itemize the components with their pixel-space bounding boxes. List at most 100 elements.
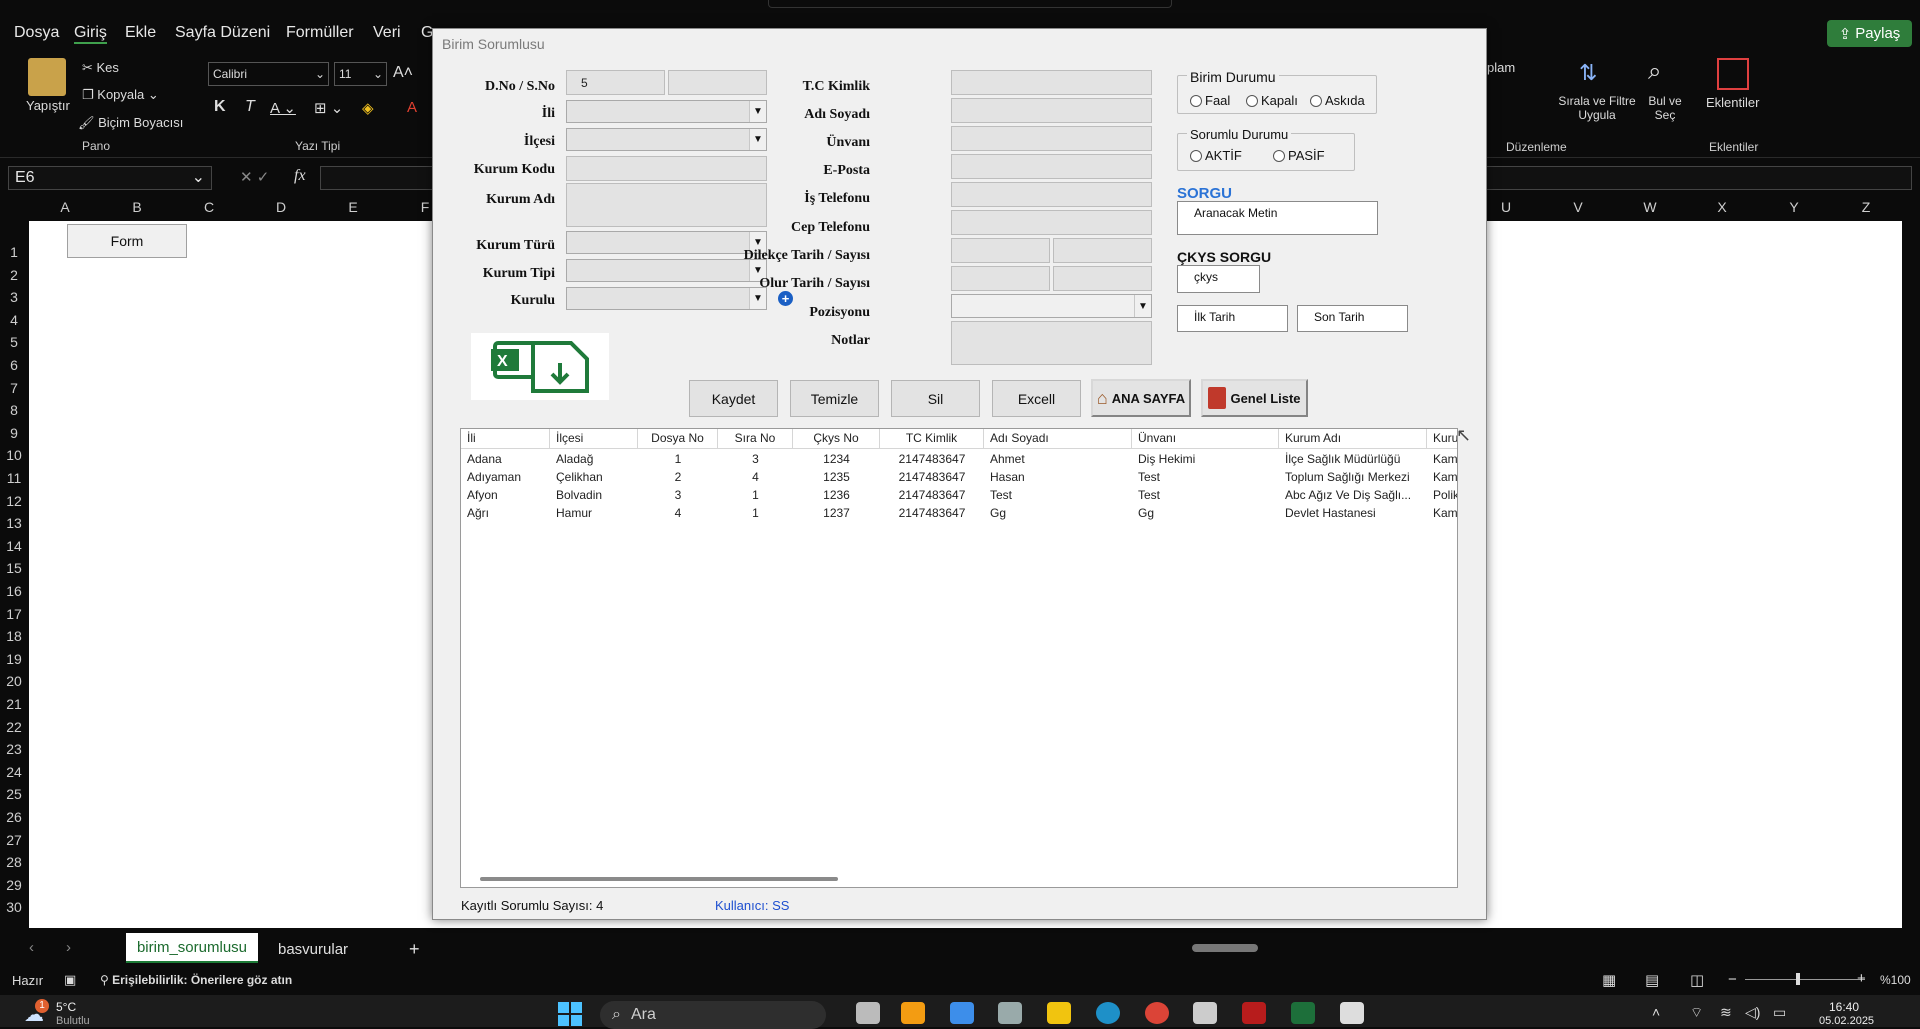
row-header[interactable]: 9: [0, 425, 28, 441]
row-header[interactable]: 29: [0, 877, 28, 893]
sil-button[interactable]: Sil: [891, 380, 980, 417]
column-header[interactable]: C: [173, 199, 245, 219]
is-tel-field[interactable]: [951, 182, 1152, 207]
ilk-tarih-input[interactable]: İlk Tarih: [1177, 305, 1288, 332]
addins-label[interactable]: Eklentiler: [1706, 95, 1759, 110]
notlar-field[interactable]: [951, 321, 1152, 365]
list-column-header[interactable]: Çkys No: [793, 429, 880, 449]
format-painter-button[interactable]: 🖌 Biçim Boyacısı: [78, 115, 183, 131]
list-column-header[interactable]: Sıra No: [718, 429, 793, 449]
row-header[interactable]: 5: [0, 334, 28, 350]
network-icon[interactable]: ⌔: [1690, 1004, 1703, 1022]
menu-veri[interactable]: Veri: [373, 24, 401, 42]
menu-formuller[interactable]: Formüller: [286, 24, 354, 42]
row-header[interactable]: 18: [0, 628, 28, 644]
tc-field[interactable]: [951, 70, 1152, 95]
dilekce-tarih-field[interactable]: [951, 238, 1050, 263]
row-header[interactable]: 7: [0, 380, 28, 396]
column-header[interactable]: B: [101, 199, 173, 219]
radio-askida[interactable]: Askıda: [1310, 93, 1365, 108]
ckys-input[interactable]: çkys: [1177, 265, 1260, 293]
add-sheet-button[interactable]: +: [409, 939, 420, 960]
paste-label[interactable]: Yapıştır: [26, 98, 70, 113]
row-header[interactable]: 11: [0, 470, 28, 486]
row-header[interactable]: 27: [0, 832, 28, 848]
app-icon-window[interactable]: [1340, 1002, 1364, 1024]
cep-tel-field[interactable]: [951, 210, 1152, 235]
underline-icon[interactable]: A ⌄: [270, 99, 296, 117]
file-explorer-icon[interactable]: [1047, 1002, 1071, 1024]
windows-start-icon[interactable]: [558, 1002, 582, 1026]
chrome-icon[interactable]: [1145, 1002, 1169, 1024]
app-icon-orange[interactable]: [901, 1002, 925, 1024]
column-header[interactable]: Y: [1758, 199, 1830, 219]
grow-font-icon[interactable]: A˄: [393, 64, 413, 82]
list-column-header[interactable]: Kuru: [1427, 429, 1457, 449]
fx-icon[interactable]: fx: [294, 167, 306, 185]
column-header[interactable]: A: [29, 199, 101, 219]
row-header[interactable]: 10: [0, 447, 28, 463]
zoom-slider-thumb[interactable]: [1796, 973, 1800, 985]
excell-button[interactable]: Excell: [992, 380, 1081, 417]
radio-pasif[interactable]: PASİF: [1273, 148, 1325, 163]
normal-view-icon[interactable]: ▦: [1602, 971, 1616, 989]
column-header[interactable]: Z: [1830, 199, 1902, 219]
zoom-slider[interactable]: [1745, 979, 1865, 980]
volume-icon[interactable]: ◁): [1745, 1004, 1760, 1021]
unvani-field[interactable]: [951, 126, 1152, 151]
row-header[interactable]: 16: [0, 583, 28, 599]
list-column-header[interactable]: Adı Soyadı: [984, 429, 1132, 449]
row-header[interactable]: 19: [0, 651, 28, 667]
excel-export-image[interactable]: X: [471, 333, 609, 400]
dno-field[interactable]: 5: [566, 70, 665, 95]
title-search-box[interactable]: [768, 0, 1172, 8]
tray-chevron-icon[interactable]: ˄: [1652, 1004, 1660, 1020]
list-column-header[interactable]: İli: [461, 429, 550, 449]
add-kurulu-icon[interactable]: +: [778, 291, 793, 306]
row-header[interactable]: 21: [0, 696, 28, 712]
adi-soyadi-field[interactable]: [951, 98, 1152, 123]
form-button[interactable]: Form: [67, 224, 187, 258]
row-header[interactable]: 12: [0, 493, 28, 509]
cut-button[interactable]: ✂ Kes: [82, 60, 119, 76]
copy-button[interactable]: ❐ Kopyala ⌄: [82, 87, 159, 103]
filezilla-icon[interactable]: [1242, 1002, 1266, 1024]
list-column-header[interactable]: İlçesi: [550, 429, 638, 449]
ana-sayfa-button[interactable]: ⌂ ANA SAYFA: [1091, 379, 1191, 417]
dilekce-sayi-field[interactable]: [1053, 238, 1152, 263]
menu-ekle[interactable]: Ekle: [125, 24, 156, 42]
pozisyonu-combo[interactable]: ▼: [951, 294, 1152, 318]
genel-liste-button[interactable]: Genel Liste: [1201, 379, 1308, 417]
records-listview[interactable]: İli İlçesi Dosya No Sıra No Çkys No TC Kimlik…: [460, 428, 1458, 888]
list-horizontal-scrollbar[interactable]: [480, 877, 838, 881]
paste-icon[interactable]: [28, 58, 66, 96]
list-column-header[interactable]: Dosya No: [638, 429, 718, 449]
zoom-out-icon[interactable]: −: [1728, 971, 1737, 988]
prev-sheet-icon[interactable]: ‹: [29, 939, 34, 956]
column-header[interactable]: E: [317, 199, 389, 219]
temizle-button[interactable]: Temizle: [790, 380, 879, 417]
clock-date[interactable]: 05.02.2025: [1819, 1015, 1874, 1025]
sorgu-input[interactable]: Aranacak Metin: [1177, 201, 1378, 235]
sheet-horizontal-scrollbar[interactable]: [1180, 943, 1890, 953]
row-header[interactable]: 25: [0, 786, 28, 802]
tab-basvurular[interactable]: basvurular: [278, 941, 348, 958]
app-icon-light[interactable]: [1193, 1002, 1217, 1024]
borders-icon[interactable]: ⊞ ⌄: [314, 99, 343, 117]
list-row[interactable]: Adana Aladağ 1 3 1234 2147483647 Ahmet Diş Heki…: [461, 450, 1457, 468]
radio-faal[interactable]: Faal: [1190, 93, 1230, 108]
app-icon-blue[interactable]: [950, 1002, 974, 1024]
vertical-scrollbar[interactable]: [1904, 221, 1918, 928]
next-sheet-icon[interactable]: ›: [66, 939, 71, 956]
row-header[interactable]: 13: [0, 515, 28, 531]
list-row[interactable]: Afyon Bolvadin 3 1 1236 2147483647 Test Test Abc…: [461, 486, 1457, 504]
italic-button[interactable]: T: [245, 98, 255, 116]
zoom-level[interactable]: %100: [1880, 973, 1911, 987]
olur-sayi-field[interactable]: [1053, 266, 1152, 291]
row-header[interactable]: 2: [0, 267, 28, 283]
son-tarih-input[interactable]: Son Tarih: [1297, 305, 1408, 332]
row-header[interactable]: 3: [0, 289, 28, 305]
column-header[interactable]: X: [1686, 199, 1758, 219]
page-layout-icon[interactable]: ▤: [1645, 971, 1659, 989]
row-header[interactable]: 15: [0, 560, 28, 576]
